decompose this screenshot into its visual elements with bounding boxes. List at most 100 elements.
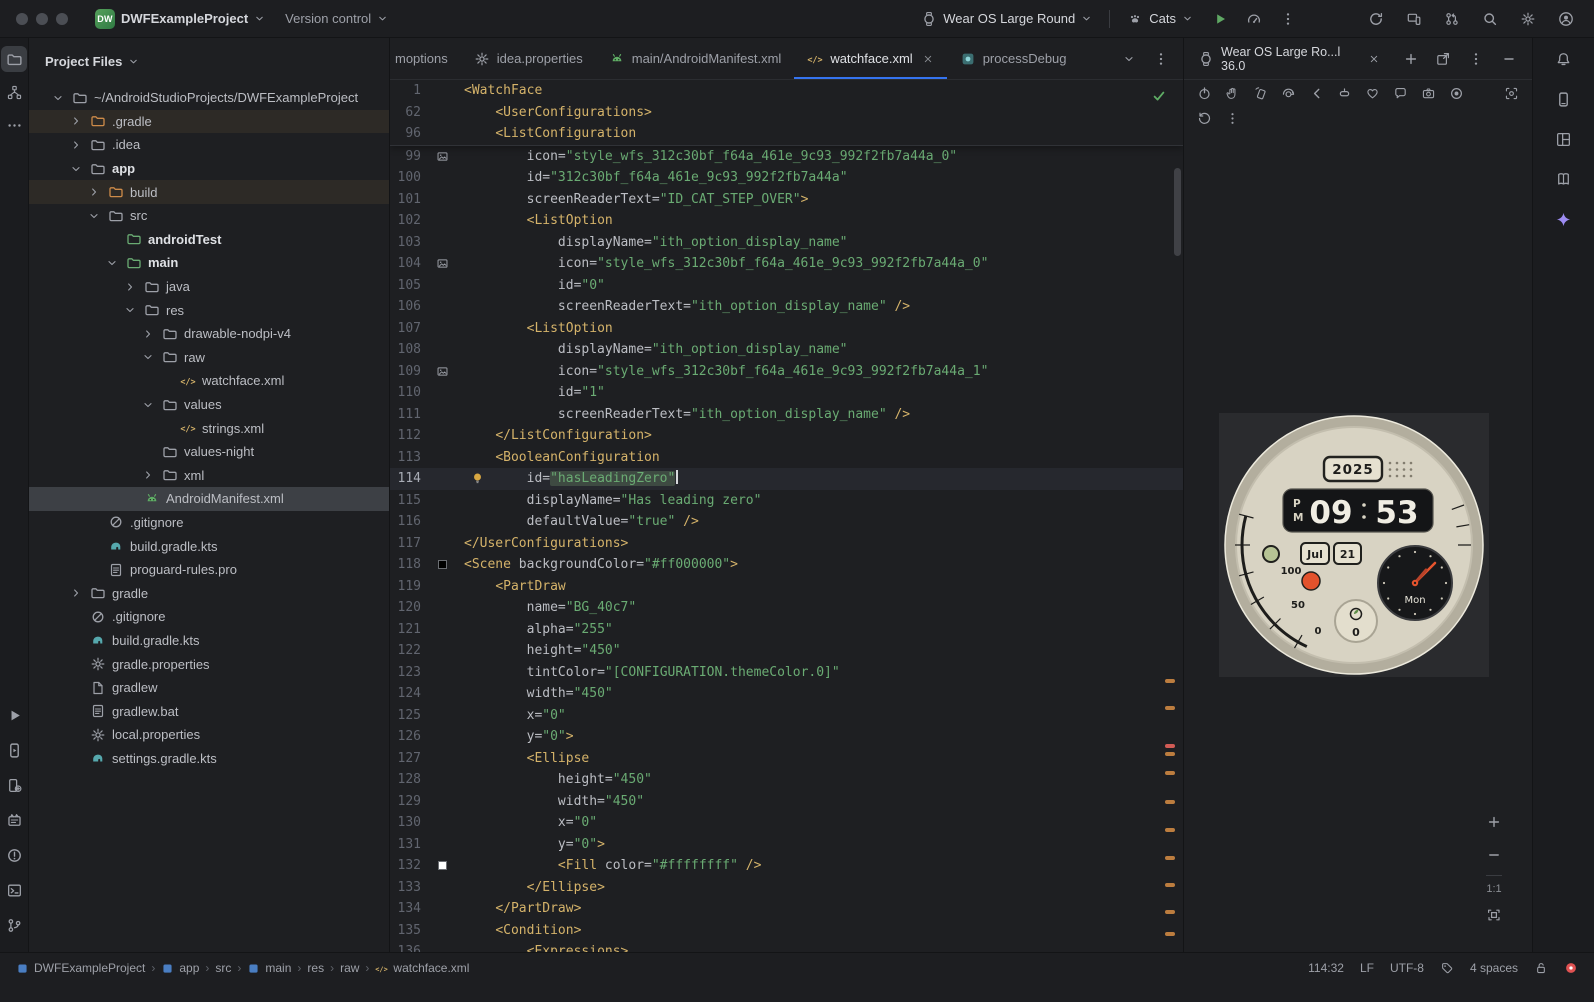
lock-icon[interactable] [1534, 961, 1548, 975]
warning-stripe-mark[interactable] [1165, 910, 1175, 914]
tree-item[interactable]: AndroidManifest.xml [29, 487, 389, 511]
warning-stripe-mark[interactable] [1165, 828, 1175, 832]
chevron-right-icon[interactable] [67, 587, 84, 599]
profiler-button[interactable] [1240, 6, 1268, 32]
tree-item[interactable]: gradle [29, 581, 389, 605]
device-streaming-button[interactable] [1400, 6, 1428, 32]
code-line[interactable]: 124 width="450" [390, 683, 1183, 705]
code-line[interactable]: 129 width="450" [390, 791, 1183, 813]
tree-item[interactable]: .gitignore [29, 511, 389, 535]
tab-moptions[interactable]: moptions [390, 38, 461, 79]
color-preview-chip[interactable] [437, 560, 447, 570]
error-stripe-mark[interactable] [1165, 744, 1175, 748]
chevron-right-icon[interactable] [85, 186, 102, 198]
color-preview-chip[interactable] [437, 861, 447, 871]
breadcrumb-item[interactable]: DWFExampleProject [16, 961, 145, 975]
chevron-right-icon[interactable] [121, 281, 138, 293]
warning-stripe-mark[interactable] [1165, 752, 1175, 756]
code-line[interactable]: 109 icon="style_wfs_312c30bf_f64a_461e_9… [390, 361, 1183, 383]
search-button[interactable] [1476, 6, 1504, 32]
gradle-sync-button[interactable] [1362, 6, 1390, 32]
zoom-in-button[interactable] [1480, 809, 1508, 835]
line-separator[interactable]: LF [1360, 961, 1374, 975]
back-button-button[interactable] [1304, 83, 1329, 105]
power-button[interactable] [1192, 83, 1217, 105]
code-line[interactable]: 115 displayName="Has leading zero" [390, 490, 1183, 512]
code-line[interactable]: 101 screenReaderText="ID_CAT_STEP_OVER"> [390, 189, 1183, 211]
problems-tool-button[interactable] [1, 842, 27, 868]
code-line[interactable]: 135 <Condition> [390, 920, 1183, 942]
warning-stripe-mark[interactable] [1165, 771, 1175, 775]
code-line[interactable]: 106 screenReaderText="ith_option_display… [390, 296, 1183, 318]
code-line[interactable]: 127 <Ellipse [390, 748, 1183, 770]
hardware-button-button[interactable] [1332, 83, 1357, 105]
screen-record-button[interactable] [1444, 83, 1469, 105]
tree-item[interactable]: .gitignore [29, 605, 389, 629]
code-line[interactable]: 99 icon="style_wfs_312c30bf_f64a_461e_9c… [390, 146, 1183, 168]
tree-item[interactable]: res [29, 298, 389, 322]
code-line[interactable]: 134 </PartDraw> [390, 898, 1183, 920]
tree-item[interactable]: build [29, 180, 389, 204]
notification-badge-icon[interactable] [1564, 961, 1578, 975]
logcat-tool-button[interactable] [1, 807, 27, 833]
tab-main-androidmanifest-xml[interactable]: main/AndroidManifest.xml [596, 38, 795, 79]
tree-item[interactable]: .gradle [29, 109, 389, 134]
close-tab-icon[interactable] [922, 53, 934, 65]
warning-stripe-mark[interactable] [1165, 800, 1175, 804]
code-line[interactable]: 112 </ListConfiguration> [390, 425, 1183, 447]
tree-item[interactable]: local.properties [29, 723, 389, 747]
chevron-right-icon[interactable] [67, 139, 84, 151]
notifications-tool-button[interactable] [1550, 46, 1576, 72]
hidden-tabs-button[interactable] [1115, 46, 1143, 72]
chevron-down-icon[interactable] [139, 351, 156, 363]
breadcrumb-item[interactable]: res [307, 961, 324, 975]
tree-item[interactable]: build.gradle.kts [29, 534, 389, 558]
code-line[interactable]: 116 defaultValue="true" /> [390, 511, 1183, 533]
tree-item[interactable]: values [29, 393, 389, 417]
tree-item[interactable]: androidTest [29, 228, 389, 252]
gemini-tool-button[interactable] [1550, 206, 1576, 232]
add-device-button[interactable] [1398, 46, 1424, 72]
code-line[interactable]: 96 <ListConfiguration [390, 123, 1183, 145]
code-line[interactable]: 136 <Expressions> [390, 941, 1183, 952]
code-editor[interactable]: 1 <WatchFace 62 <UserConfigurations> 96 <Li… [390, 80, 1183, 952]
code-line[interactable]: 107 <ListOption [390, 318, 1183, 340]
code-line[interactable]: 104 icon="style_wfs_312c30bf_f64a_461e_9… [390, 253, 1183, 275]
rotary-input-button[interactable] [1276, 83, 1301, 105]
gear-button[interactable] [1514, 6, 1542, 32]
heart-rate-button[interactable] [1360, 83, 1385, 105]
tree-item[interactable]: </> watchface.xml [29, 369, 389, 393]
code-line[interactable]: 122 height="450" [390, 640, 1183, 662]
tree-item[interactable]: .idea [29, 133, 389, 157]
breadcrumb-item[interactable]: raw [340, 961, 359, 975]
project-tool-button[interactable] [1, 46, 27, 72]
screenshot-button[interactable] [1499, 83, 1524, 105]
kebab-button[interactable] [1220, 108, 1245, 130]
hide-device-panel-button[interactable] [1496, 46, 1522, 72]
tab-processdebug[interactable]: processDebug [947, 38, 1080, 79]
device-explorer-tool-button[interactable] [1550, 86, 1576, 112]
more-run-actions-button[interactable] [1274, 6, 1302, 32]
more-horizontal-tool-button[interactable] [1, 112, 27, 138]
code-line[interactable]: 121 alpha="255" [390, 619, 1183, 641]
tree-item[interactable]: java [29, 275, 389, 299]
pull-request-button[interactable] [1438, 6, 1466, 32]
code-line[interactable]: 1 <WatchFace [390, 80, 1183, 102]
code-line[interactable]: 110 id="1" [390, 382, 1183, 404]
code-line[interactable]: 120 name="BG_40c7" [390, 597, 1183, 619]
documentation-tool-button[interactable] [1550, 166, 1576, 192]
breadcrumb-item[interactable]: app [161, 961, 199, 975]
watch-screen[interactable]: 2025 P M 09 53 Jul 21 Mon 100 50 0 0 [1219, 413, 1489, 677]
code-line[interactable]: 105 id="0" [390, 275, 1183, 297]
vcs-widget[interactable]: Version control [278, 6, 395, 32]
tree-item[interactable]: gradle.properties [29, 652, 389, 676]
tree-item[interactable]: xml [29, 464, 389, 488]
tree-item[interactable]: raw [29, 346, 389, 370]
tab-options-button[interactable] [1147, 46, 1175, 72]
camera-button[interactable] [1416, 83, 1441, 105]
reset-view-button[interactable] [1192, 108, 1217, 130]
voice-button[interactable] [1388, 83, 1413, 105]
code-line[interactable]: 132 <Fill color="#ffffffff" /> [390, 855, 1183, 877]
code-line[interactable]: 125 x="0" [390, 705, 1183, 727]
tree-item[interactable]: </> strings.xml [29, 416, 389, 440]
